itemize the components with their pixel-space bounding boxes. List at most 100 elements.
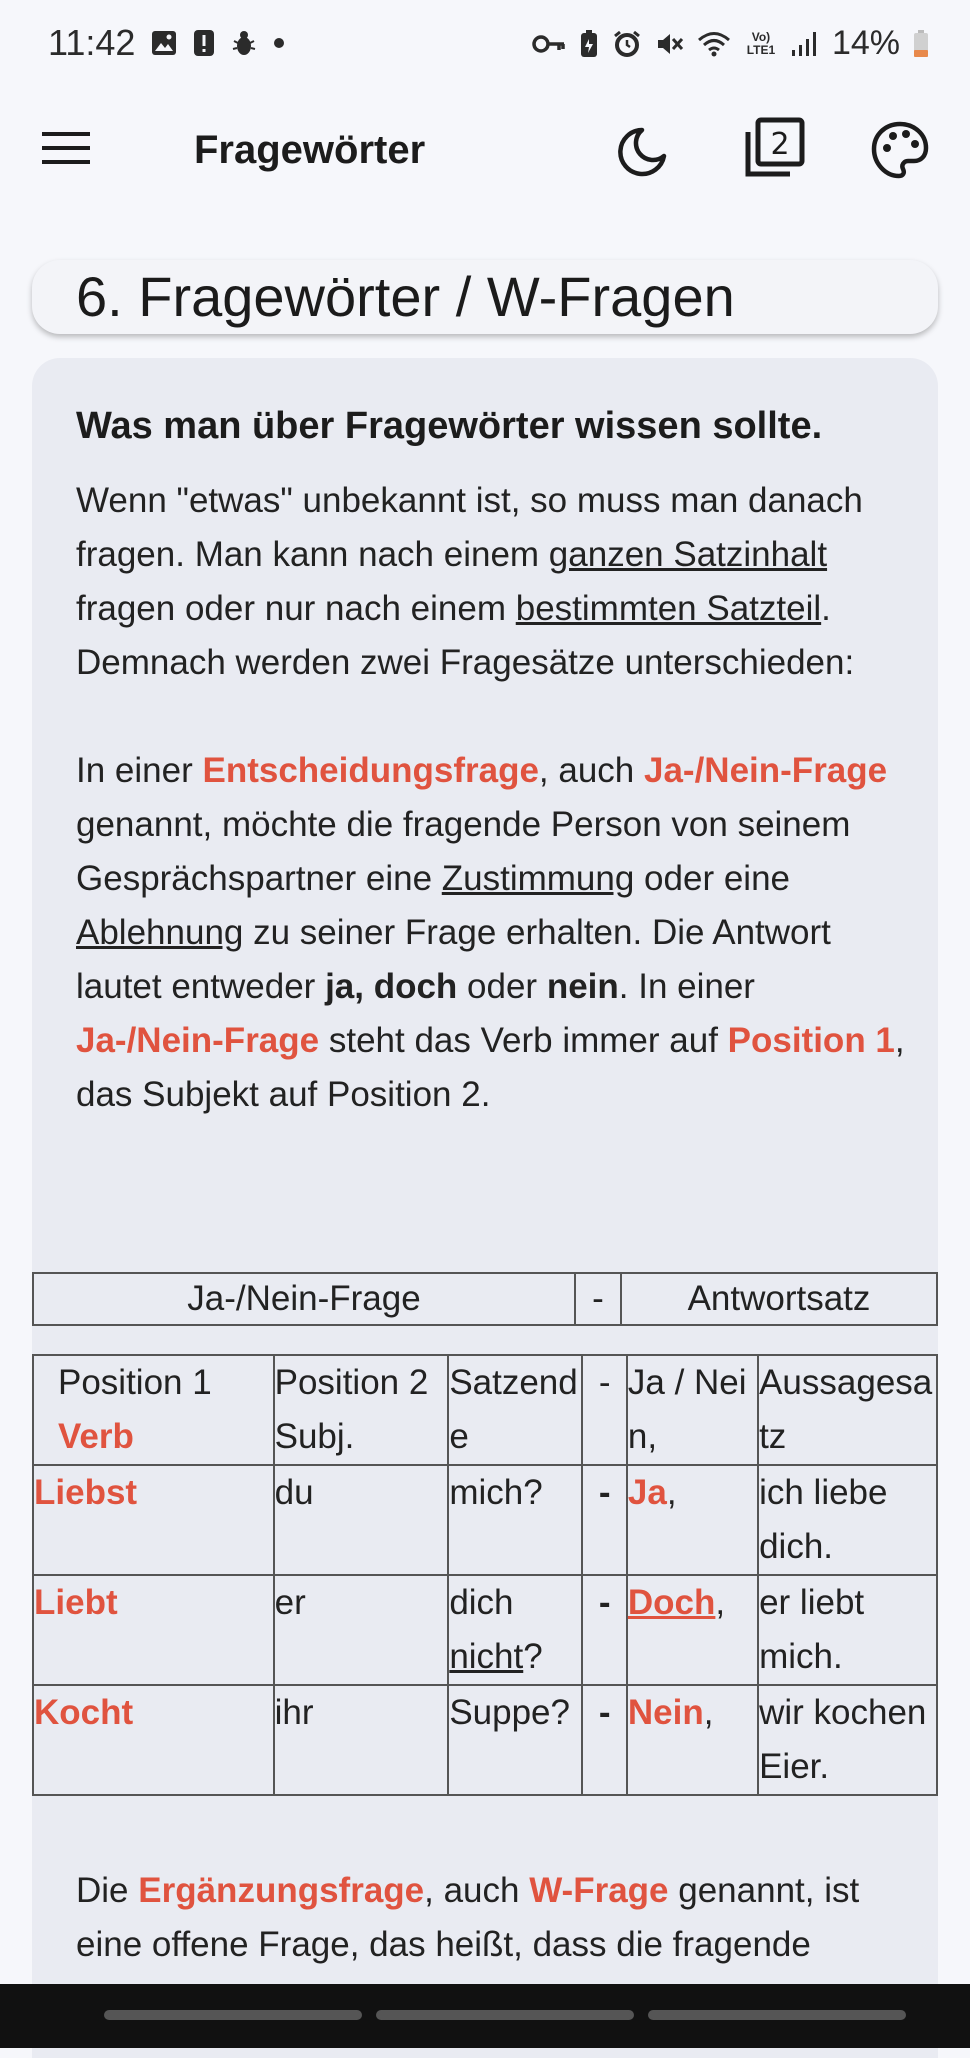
- table-row: Liebt er dich nicht? - Doch, er liebt mi…: [32, 1574, 938, 1686]
- battery-icon: [912, 29, 930, 59]
- col-header-position-1: Position 1 Verb: [32, 1354, 275, 1466]
- cell-subject: ihr: [272, 1684, 450, 1796]
- status-time: 11:42: [48, 22, 136, 63]
- cell-satzende: Suppe?: [447, 1684, 584, 1796]
- text-run: . In einer: [618, 967, 755, 1006]
- cell-dash: -: [581, 1574, 628, 1686]
- col-header-label: Position 1: [58, 1363, 212, 1402]
- content-card: Was man über Fragewörter wissen sollte. …: [32, 358, 938, 2058]
- text-run: , auch: [538, 751, 644, 790]
- system-icons: Vo) LTE1 14%: [532, 24, 930, 63]
- nav-handle-left[interactable]: [104, 2010, 362, 2020]
- decision-question-paragraph: In einer Entscheidungsfrage, auch Ja-/Ne…: [76, 744, 906, 1122]
- intro-paragraph: Wenn "etwas" unbekannt ist, so muss man …: [76, 474, 906, 690]
- alarm-icon: [612, 29, 642, 59]
- table-header-row: Position 1 Verb Position 2 Subj. Satzend…: [32, 1354, 938, 1466]
- cell-verb: Liebt: [32, 1574, 275, 1686]
- wifi-icon: [696, 29, 732, 59]
- text-run: dich: [449, 1583, 514, 1622]
- answer-word: Doch: [627, 1583, 716, 1622]
- question-answer-header-table: Ja-/Nein-Frage - Antwortsatz: [32, 1272, 938, 1326]
- underlined-term: nicht: [449, 1637, 524, 1676]
- cell-subject: du: [272, 1464, 450, 1576]
- pages-icon[interactable]: 2: [742, 116, 814, 188]
- dot-icon: [272, 36, 286, 50]
- pages-count: 2: [770, 127, 789, 162]
- text-run: Die: [76, 1871, 139, 1910]
- examples-table: Position 1 Verb Position 2 Subj. Satzend…: [32, 1354, 938, 1796]
- header-cell-dash: -: [574, 1272, 622, 1326]
- col-header-satzende: Satzende: [447, 1354, 584, 1466]
- cell-satzende: mich?: [447, 1464, 584, 1576]
- section-title: 6. Fragewörter / W-Fragen: [76, 265, 735, 328]
- bold-term: nein: [546, 967, 619, 1006]
- answer-word: Nein: [627, 1693, 704, 1732]
- section-title-card[interactable]: 6. Fragewörter / W-Fragen: [32, 260, 938, 334]
- bold-term: ja, doch: [325, 967, 458, 1006]
- answer-comma: ,: [703, 1693, 714, 1732]
- text-run: fragen oder nur nach einem: [76, 589, 516, 628]
- volte-icon: Vo) LTE1: [746, 29, 776, 57]
- highlight-term: Ergänzungsfrage: [138, 1871, 425, 1910]
- header-cell-question: Ja-/Nein-Frage: [32, 1272, 576, 1326]
- cell-verb: Kocht: [32, 1684, 275, 1796]
- image-icon: [150, 29, 178, 57]
- menu-icon[interactable]: [40, 128, 100, 176]
- col-header-verb: Verb: [58, 1417, 134, 1456]
- col-header-position-2: Position 2 Subj.: [272, 1354, 450, 1466]
- cell-statement: ich liebe dich.: [757, 1464, 938, 1576]
- text-run: In einer: [76, 751, 203, 790]
- underlined-term: ganzen Satzinhalt: [548, 535, 828, 574]
- text-run: ?: [523, 1637, 543, 1676]
- table-row: Ja-/Nein-Frage - Antwortsatz: [32, 1272, 938, 1326]
- underlined-term: Zustimmung: [441, 859, 635, 898]
- battery-saver-icon: [578, 29, 600, 59]
- notification-icons: [150, 28, 286, 58]
- key-icon: [532, 32, 566, 56]
- cell-statement: wir kochen Eier.: [757, 1684, 938, 1796]
- underlined-term: Ablehnung: [76, 913, 244, 952]
- cell-answer: Nein,: [625, 1684, 760, 1796]
- system-nav-bar: [0, 1984, 970, 2048]
- text-run: oder eine: [634, 859, 790, 898]
- bug-icon: [230, 29, 258, 57]
- cell-answer: Doch,: [625, 1574, 760, 1686]
- text-run: oder: [457, 967, 547, 1006]
- answer-comma: ,: [666, 1473, 677, 1512]
- highlight-term: Entscheidungsfrage: [202, 751, 539, 790]
- highlight-term: W-Frage: [529, 1871, 669, 1910]
- underlined-term: bestimmten Satzteil: [515, 589, 822, 628]
- content-heading: Was man über Fragewörter wissen sollte.: [76, 405, 823, 447]
- battery-percent: 14%: [831, 24, 900, 62]
- content-text: Was man über Fragewörter wissen sollte. …: [76, 398, 906, 1122]
- text-run: steht das Verb immer auf: [319, 1021, 728, 1060]
- supplement-question-paragraph: Die Ergänzungsfrage, auch W-Frage genann…: [76, 1864, 926, 1972]
- nav-handle-right[interactable]: [648, 2010, 906, 2020]
- highlight-term: Ja-/Nein-Frage: [76, 1021, 320, 1060]
- table-row: Liebst du mich? - Ja, ich liebe dich.: [32, 1464, 938, 1576]
- col-header-aussagesatz: Aussagesatz: [757, 1354, 938, 1466]
- mute-icon: [654, 29, 684, 59]
- status-bar: 11:42 Vo) LTE1 14%: [0, 0, 970, 92]
- cell-statement: er liebt mich.: [757, 1574, 938, 1686]
- dark-mode-moon-icon[interactable]: [612, 122, 680, 190]
- highlight-term: Position 1: [727, 1021, 895, 1060]
- cell-satzende: dich nicht?: [447, 1574, 584, 1686]
- answer-word: Ja: [627, 1473, 667, 1512]
- signal-icon: [790, 30, 820, 58]
- answer-comma: ,: [715, 1583, 726, 1622]
- nav-handle-middle[interactable]: [376, 2010, 634, 2020]
- highlight-term: Ja-/Nein-Frage: [644, 751, 888, 790]
- text-run: , auch: [424, 1871, 530, 1910]
- palette-icon[interactable]: [870, 120, 940, 190]
- cell-dash: -: [581, 1684, 628, 1796]
- cell-subject: er: [272, 1574, 450, 1686]
- app-bar: Fragewörter 2: [0, 92, 970, 212]
- cell-verb: Liebst: [32, 1464, 275, 1576]
- alert-icon: [192, 28, 216, 58]
- cell-answer: Ja,: [625, 1464, 760, 1576]
- table-row: Kocht ihr Suppe? - Nein, wir kochen Eier…: [32, 1684, 938, 1796]
- cell-dash: -: [581, 1464, 628, 1576]
- header-cell-answer: Antwortsatz: [620, 1272, 938, 1326]
- col-header-ja-nein: Ja / Nein,: [625, 1354, 760, 1466]
